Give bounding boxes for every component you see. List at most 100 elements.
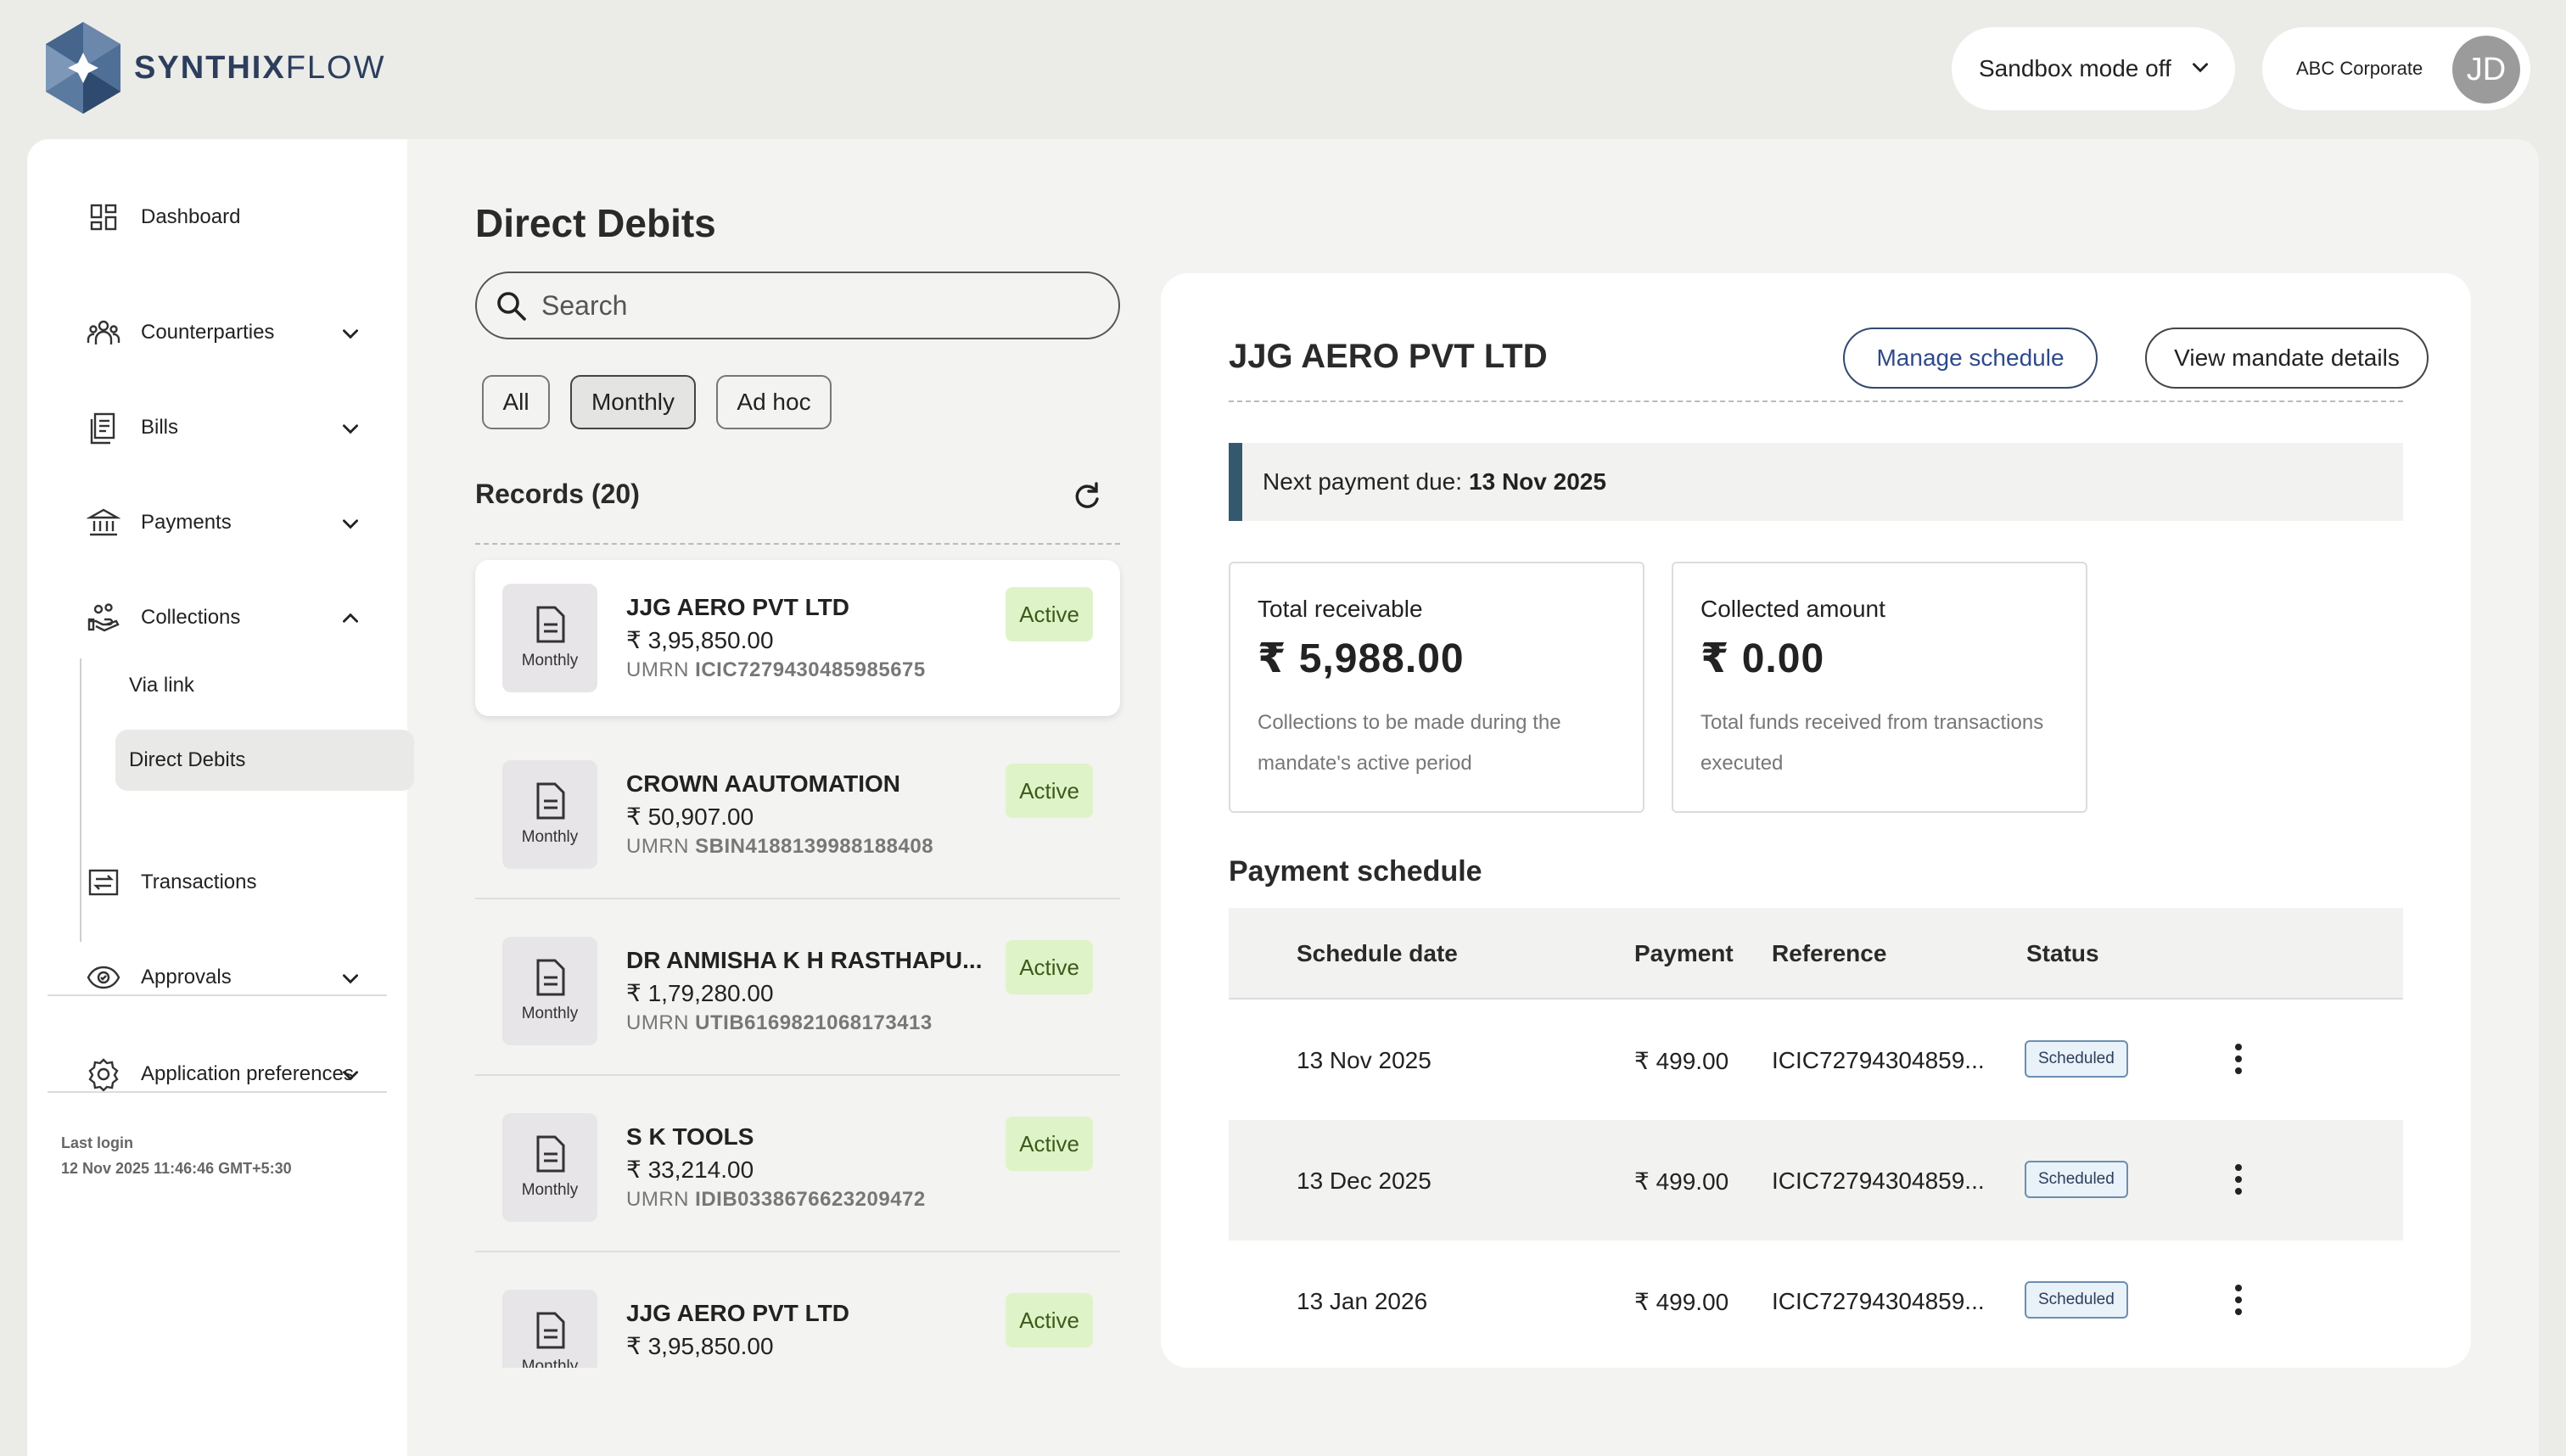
document-icon bbox=[536, 959, 565, 996]
mandate-doc-tile: Monthly bbox=[502, 760, 597, 869]
transfer-icon bbox=[87, 865, 120, 899]
document-icon bbox=[536, 606, 565, 643]
table-row[interactable]: 13 Dec 2025 ₹ 499.00 ICIC72794304859... … bbox=[1229, 1120, 2403, 1240]
sidebar-item-transactions[interactable]: Transactions bbox=[61, 855, 377, 910]
sidebar-subitem-via-link[interactable]: Via link bbox=[115, 655, 414, 716]
payment-amount: ₹ 499.00 bbox=[1634, 1168, 1729, 1195]
record-amount: ₹ 3,95,850.00 bbox=[626, 627, 774, 653]
people-icon bbox=[87, 316, 120, 350]
manage-schedule-button[interactable]: Manage schedule bbox=[1843, 328, 2098, 389]
sidebar-item-label: Approvals bbox=[141, 966, 232, 988]
collected-amount-card: Collected amount ₹ 0.00 Total funds rece… bbox=[1672, 562, 2087, 813]
chevron-down-icon bbox=[343, 1071, 358, 1081]
search-icon bbox=[497, 292, 526, 321]
record-umrn: UMRN ICIC7279430485985675 bbox=[626, 658, 926, 681]
table-row[interactable]: 13 Nov 2025 ₹ 499.00 ICIC72794304859... … bbox=[1229, 1000, 2403, 1120]
record-name: CROWN AAUTOMATION bbox=[626, 770, 900, 797]
sidebar-item-dashboard[interactable]: Dashboard bbox=[61, 190, 377, 244]
record-amount: ₹ 50,907.00 bbox=[626, 804, 754, 830]
main-shell: Dashboard Counterparties Bills Payments … bbox=[27, 139, 2539, 1456]
sidebar-item-label: Bills bbox=[141, 416, 179, 439]
sidebar-item-application-preferences[interactable]: Application preferences bbox=[61, 1047, 377, 1101]
record-amount: ₹ 33,214.00 bbox=[626, 1156, 754, 1183]
record-card[interactable]: Monthly DR ANMISHA K H RASTHAPU... ₹ 1,7… bbox=[475, 913, 1120, 1076]
settings-icon bbox=[87, 1057, 120, 1092]
last-login: Last login 12 Nov 2025 11:46:46 GMT+5:30 bbox=[61, 1130, 292, 1181]
next-payment-label: Next payment due: bbox=[1263, 468, 1463, 495]
search-input[interactable] bbox=[541, 289, 1084, 322]
stat-value: ₹ 5,988.00 bbox=[1258, 636, 1465, 681]
status-badge: Scheduled bbox=[2025, 1161, 2128, 1198]
record-frequency: Monthly bbox=[521, 1181, 579, 1199]
mandate-doc-tile: Monthly bbox=[502, 584, 597, 692]
sidebar-subitem-direct-debits[interactable]: Direct Debits bbox=[115, 730, 414, 791]
sandbox-mode-label: Sandbox mode off bbox=[1979, 55, 2171, 81]
avatar[interactable]: JD bbox=[2452, 36, 2520, 104]
refresh-icon[interactable] bbox=[1069, 479, 1103, 512]
sidebar-divider bbox=[48, 994, 387, 996]
sidebar-item-payments[interactable]: Payments bbox=[61, 496, 377, 550]
next-payment-date: 13 Nov 2025 bbox=[1469, 468, 1606, 495]
document-icon bbox=[536, 782, 565, 820]
document-icon bbox=[536, 1135, 565, 1173]
stat-description: Collections to be made during the mandat… bbox=[1258, 711, 1561, 775]
record-card[interactable]: Monthly JJG AERO PVT LTD ₹ 3,95,850.00 A… bbox=[475, 1266, 1120, 1368]
record-name: JJG AERO PVT LTD bbox=[626, 594, 849, 620]
record-separator bbox=[475, 898, 1120, 899]
last-login-label: Last login bbox=[61, 1134, 133, 1151]
chevron-down-icon bbox=[343, 424, 358, 434]
account-switcher[interactable]: ABC Corporate JD bbox=[2262, 27, 2530, 110]
filter-chip-monthly[interactable]: Monthly bbox=[570, 375, 696, 429]
bank-icon bbox=[86, 506, 121, 540]
chevron-down-icon bbox=[343, 974, 358, 984]
last-login-value: 12 Nov 2025 11:46:46 GMT+5:30 bbox=[61, 1160, 292, 1177]
table-row[interactable]: 13 Jan 2026 ₹ 499.00 ICIC72794304859... … bbox=[1229, 1240, 2403, 1361]
payment-reference: ICIC72794304859... bbox=[1772, 1047, 1985, 1073]
collections-icon bbox=[87, 601, 120, 635]
more-options-icon[interactable] bbox=[2228, 1161, 2249, 1198]
record-card[interactable]: Monthly JJG AERO PVT LTD ₹ 3,95,850.00 U… bbox=[475, 560, 1120, 716]
record-name: S K TOOLS bbox=[626, 1123, 754, 1150]
document-icon bbox=[536, 1312, 565, 1349]
schedule-date: 13 Dec 2025 bbox=[1297, 1168, 1431, 1194]
chevron-down-icon bbox=[343, 519, 358, 529]
sidebar: Dashboard Counterparties Bills Payments … bbox=[27, 139, 414, 1456]
chevron-down-icon bbox=[343, 329, 358, 339]
record-card[interactable]: Monthly CROWN AAUTOMATION ₹ 50,907.00 UM… bbox=[475, 736, 1120, 899]
detail-header-divider bbox=[1229, 400, 2403, 402]
search-box[interactable] bbox=[475, 272, 1120, 339]
sidebar-divider bbox=[48, 1091, 387, 1093]
mandate-doc-tile: Monthly bbox=[502, 1113, 597, 1222]
mandate-detail-panel: JJG AERO PVT LTD Manage schedule View ma… bbox=[1161, 273, 2471, 1368]
record-card[interactable]: Monthly S K TOOLS ₹ 33,214.00 UMRN IDIB0… bbox=[475, 1089, 1120, 1252]
stat-value: ₹ 0.00 bbox=[1700, 636, 1825, 681]
record-separator bbox=[475, 1251, 1120, 1252]
sandbox-mode-dropdown[interactable]: Sandbox mode off bbox=[1952, 27, 2235, 110]
next-payment-banner: Next payment due: 13 Nov 2025 bbox=[1229, 443, 2403, 521]
status-badge: Active bbox=[1006, 940, 1093, 994]
more-options-icon[interactable] bbox=[2228, 1040, 2249, 1078]
record-frequency: Monthly bbox=[521, 652, 579, 669]
eye-icon bbox=[87, 960, 120, 994]
records-divider bbox=[475, 543, 1120, 545]
sidebar-item-approvals[interactable]: Approvals bbox=[61, 950, 377, 1005]
account-name: ABC Corporate bbox=[2296, 58, 2423, 79]
sidebar-item-collections[interactable]: Collections bbox=[61, 591, 377, 645]
stat-description: Total funds received from transactions e… bbox=[1700, 711, 2044, 775]
app-logo[interactable]: SYNTHIXFLOW bbox=[39, 20, 385, 115]
schedule-table-header: Schedule date Payment Reference Status bbox=[1229, 908, 2403, 1000]
stat-label: Collected amount bbox=[1700, 596, 1885, 622]
sidebar-item-label: Counterparties bbox=[141, 321, 275, 344]
more-options-icon[interactable] bbox=[2228, 1281, 2249, 1319]
filter-chip-all[interactable]: All bbox=[482, 375, 550, 429]
filter-chip-ad-hoc[interactable]: Ad hoc bbox=[716, 375, 832, 429]
schedule-date: 13 Nov 2025 bbox=[1297, 1047, 1431, 1073]
sidebar-item-bills[interactable]: Bills bbox=[61, 400, 377, 455]
total-receivable-card: Total receivable ₹ 5,988.00 Collections … bbox=[1229, 562, 1644, 813]
record-frequency: Monthly bbox=[521, 1358, 579, 1368]
chevron-up-icon bbox=[343, 613, 358, 623]
stat-label: Total receivable bbox=[1258, 596, 1423, 622]
sidebar-item-counterparties[interactable]: Counterparties bbox=[61, 305, 377, 360]
mandate-doc-tile: Monthly bbox=[502, 937, 597, 1045]
view-mandate-details-button[interactable]: View mandate details bbox=[2145, 328, 2429, 389]
